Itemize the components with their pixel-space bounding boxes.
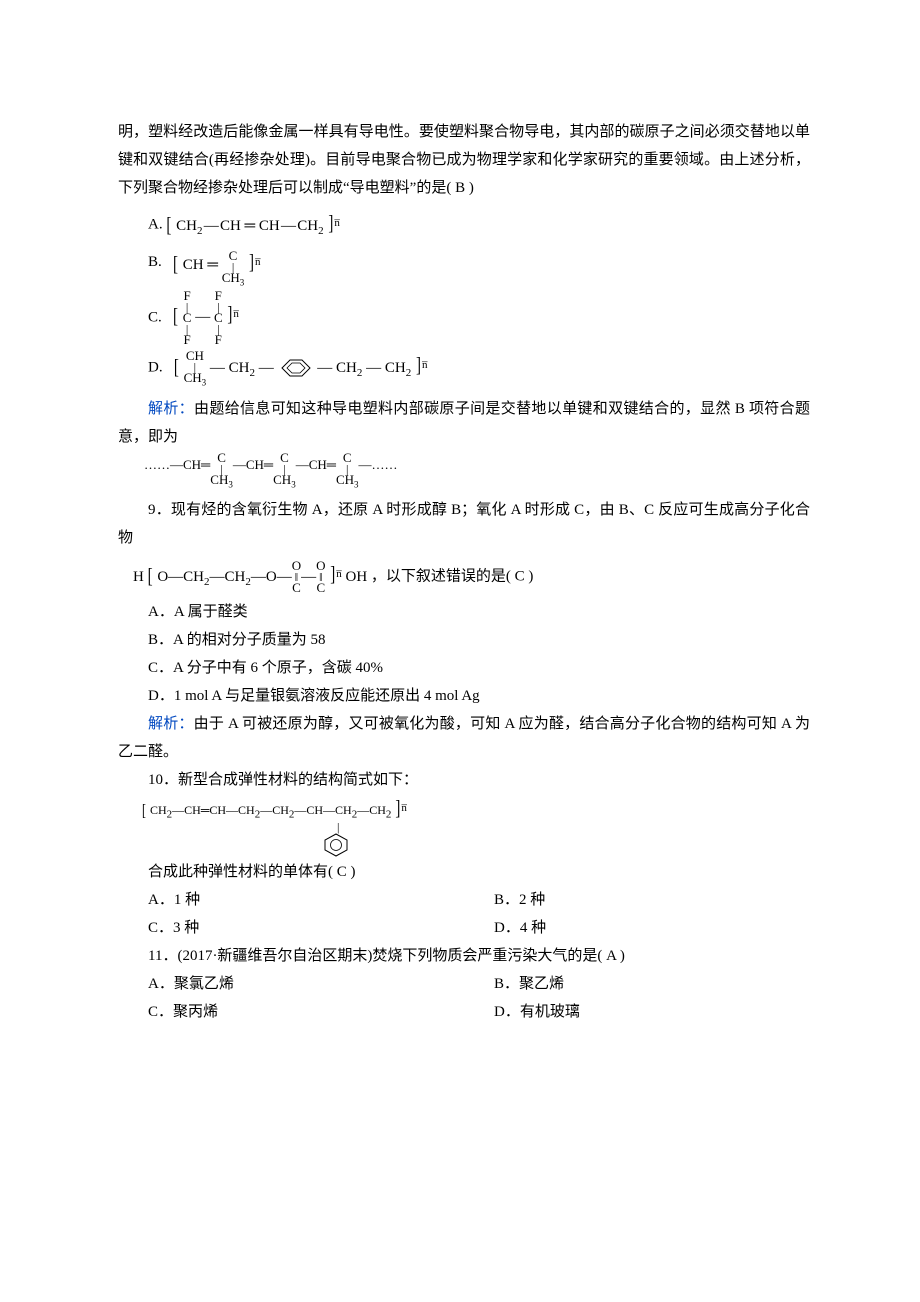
q8-optA-formula: CH2 — CH ═ CH — CH2 n̅	[166, 218, 340, 234]
q8-option-c: C. F|C|F — F|C|F n̅	[118, 289, 810, 347]
q9-optB: B．A 的相对分子质量为 58	[118, 626, 810, 654]
q11-stem: 11．(2017·新疆维吾尔自治区期末)焚烧下列物质会严重污染大气的是( A )	[118, 942, 810, 970]
q9-stem1: 9．现有烃的含氧衍生物 A，还原 A 时形成醇 B；氧化 A 时形成 C，由 B…	[118, 496, 810, 552]
q9-explanation: 解析：由于 A 可被还原为醇，又可被氧化为酸，可知 A 应为醛，结合高分子化合物…	[118, 710, 810, 766]
q10-options-row1: A．1 种 B．2 种	[118, 886, 810, 914]
q8-explain-formula: ……—CH═C|CH3—CH═C|CH3—CH═C|CH3—……	[118, 451, 810, 492]
q8-optA-label: A.	[148, 216, 163, 232]
q9-stem2-tail: ，以下叙述错误的是( C )	[371, 568, 534, 584]
q11-optD: D．有机玻璃	[464, 998, 810, 1026]
explain-label: 解析：	[148, 716, 194, 732]
q10-options-row2: C．3 种 D．4 种	[118, 914, 810, 942]
q10-stem: 10．新型合成弹性材料的结构简式如下：	[118, 766, 810, 794]
q10-stem2: 合成此种弹性材料的单体有( C )	[118, 858, 810, 886]
q8-option-d: D. CH|CH3 — CH2 — — CH2 — CH2 n̅	[118, 349, 810, 390]
benzene-icon	[278, 358, 314, 378]
q11-optC: C．聚丙烯	[118, 998, 464, 1026]
intro-paragraph: 明，塑料经改造后能像金属一样具有导电性。要使塑料聚合物导电，其内部的碳原子之间必…	[118, 118, 810, 202]
q9-optA: A．A 属于醛类	[118, 598, 810, 626]
q10-optD: D．4 种	[464, 914, 810, 942]
q8-explanation: 解析：由题给信息可知这种导电塑料内部碳原子间是交替地以单键和双键结合的，显然 B…	[118, 395, 810, 451]
q9-optD: D．1 mol A 与足量银氨溶液反应能还原出 4 mol Ag	[118, 682, 810, 710]
q10-optC: C．3 种	[118, 914, 464, 942]
q11-optB: B．聚乙烯	[464, 970, 810, 998]
q8-optD-label: D.	[148, 359, 163, 375]
benzene-icon	[322, 832, 350, 858]
q11-optA: A．聚氯乙烯	[118, 970, 464, 998]
q8-optD-formula: CH|CH3 — CH2 — — CH2 — CH2 n̅	[174, 360, 428, 376]
q10-formula: CH2—CH═CH—CH2—CH2—CH—CH2—CH2 n̅ |	[118, 798, 810, 858]
q11-options-row2: C．聚丙烯 D．有机玻璃	[118, 998, 810, 1026]
q9-explain-text: 由于 A 可被还原为醇，又可被氧化为酸，可知 A 应为醛，结合高分子化合物的结构…	[118, 716, 810, 760]
q8-optB-label: B.	[148, 254, 162, 270]
q8-optC-formula: F|C|F — F|C|F n̅	[173, 309, 239, 325]
q8-optC-label: C.	[148, 309, 162, 325]
q9-optC: C．A 分子中有 6 个原子，含碳 40%	[118, 654, 810, 682]
q8-option-a: A. CH2 — CH ═ CH — CH2 n̅	[118, 206, 810, 244]
q10-optA: A．1 种	[118, 886, 464, 914]
page: 明，塑料经改造后能像金属一样具有导电性。要使塑料聚合物导电，其内部的碳原子之间必…	[0, 0, 920, 1302]
q10-optB: B．2 种	[464, 886, 810, 914]
q8-option-b: B. CH ═ C|CH3 n̅	[118, 246, 810, 287]
q8-optB-formula: CH ═ C|CH3 n̅	[173, 257, 261, 273]
explain-label: 解析：	[148, 401, 194, 417]
q11-options-row1: A．聚氯乙烯 B．聚乙烯	[118, 970, 810, 998]
q8-explain-text: 由题给信息可知这种导电塑料内部碳原子间是交替地以单键和双键结合的，显然 B 项符…	[118, 401, 810, 445]
q9-polymer-formula: H O—CH2—CH2—O—O‖C—O‖C n̅ OH ，以下叙述错误的是( C…	[118, 558, 810, 596]
